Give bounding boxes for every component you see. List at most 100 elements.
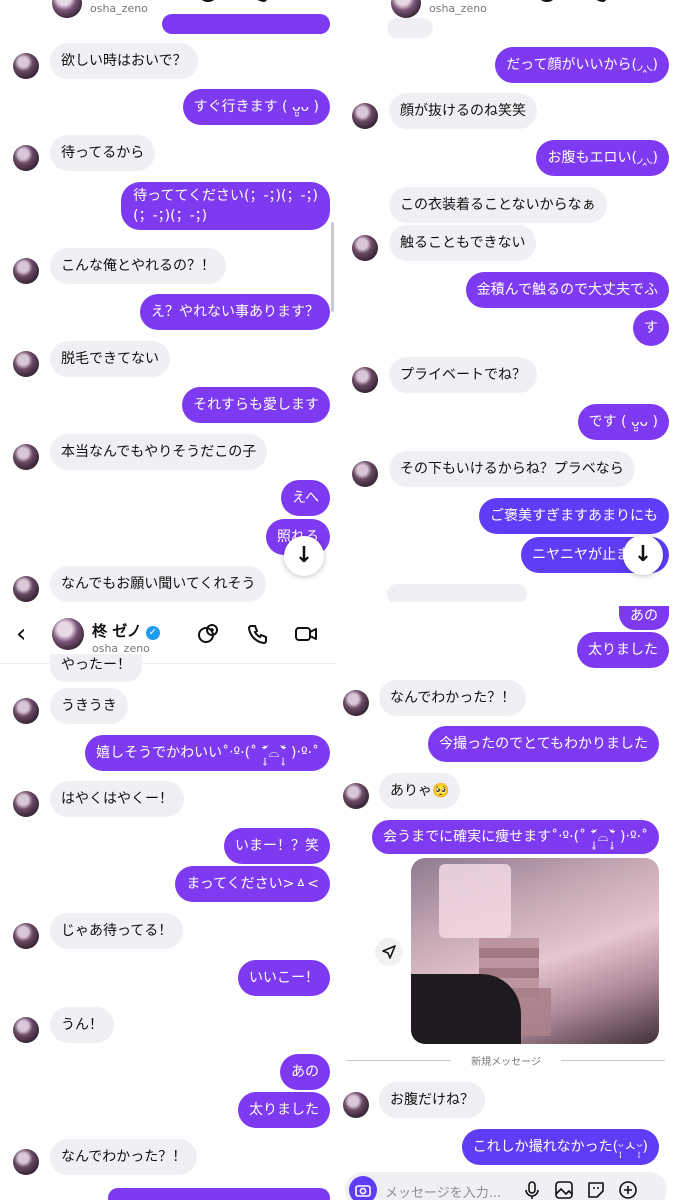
incoming-message[interactable]: なんでもお願い聞いてくれそう bbox=[50, 566, 267, 602]
outgoing-message[interactable]: お腹もエロい(◞‸◟) bbox=[536, 140, 669, 176]
avatar bbox=[352, 461, 378, 487]
outgoing-message[interactable]: これしか撮れなかった(ᵕ̩̩ㅅᵕ̩̩) bbox=[461, 1129, 659, 1165]
video-camera-icon[interactable] bbox=[294, 622, 318, 646]
share-icon[interactable] bbox=[375, 938, 403, 966]
incoming-message[interactable]: こんな俺とやれるの？！ bbox=[50, 248, 226, 284]
avatar bbox=[13, 576, 39, 602]
incoming-message[interactable]: やったー！ bbox=[50, 654, 142, 682]
outgoing-message[interactable]: だって顔がいいから(◞‸◟) bbox=[495, 47, 669, 83]
microphone-icon[interactable] bbox=[521, 1179, 543, 1200]
outgoing-message[interactable]: 太りました bbox=[577, 632, 669, 668]
incoming-message[interactable]: この衣装着ることないからなぁ bbox=[389, 187, 607, 223]
incoming-message[interactable]: はやくはやくー！ bbox=[50, 781, 184, 817]
avatar bbox=[13, 351, 39, 377]
incoming-message[interactable]: なんでわかった？！ bbox=[50, 1139, 198, 1175]
plus-icon[interactable] bbox=[617, 1179, 639, 1200]
scrollbar[interactable] bbox=[331, 222, 334, 312]
outgoing-message[interactable]: すぐ行きます ( ᴗ̤̮ᴗ ) bbox=[182, 89, 330, 125]
message-input-bar: メッセージを入力... bbox=[339, 1170, 675, 1200]
avatar bbox=[343, 690, 369, 716]
chat-panel-2: osha_zeno だって顔がいいから(◞‸◟) 顔が抜けるのね笑笑 お腹もエロ… bbox=[339, 0, 675, 604]
gallery-icon[interactable] bbox=[553, 1179, 575, 1200]
incoming-message[interactable]: ありゃ🥺 bbox=[379, 773, 461, 809]
outgoing-message[interactable]: 会うまでに確実に痩せます˚‧º·(˚ ˃̣̣̥᷄⌓˂̣̣̥᷅ )‧º·˚ bbox=[372, 820, 659, 854]
avatar bbox=[13, 145, 39, 171]
header-avatar[interactable] bbox=[52, 0, 82, 18]
photo-sticker bbox=[439, 864, 511, 938]
new-effect-icon[interactable] bbox=[535, 0, 559, 4]
new-effect-icon[interactable] bbox=[196, 0, 220, 4]
video-camera-icon[interactable] bbox=[294, 0, 318, 4]
incoming-message[interactable]: 脱毛できてない bbox=[50, 341, 170, 377]
incoming-message[interactable]: 顔が抜けるのね笑笑 bbox=[389, 93, 537, 129]
outgoing-message[interactable]: あの bbox=[280, 1054, 330, 1090]
incoming-message[interactable]: 欲しい時はおいで？ bbox=[50, 43, 198, 79]
chat-panel-1: osha_zeno 欲しい時はおいで？ すぐ行きます ( ᴗ̤̮ᴗ ) 待ってる… bbox=[0, 0, 336, 604]
outgoing-message[interactable]: 太りました bbox=[238, 1092, 330, 1128]
phone-icon[interactable] bbox=[246, 0, 270, 4]
avatar bbox=[13, 1149, 39, 1175]
message-input[interactable]: メッセージを入力... bbox=[345, 1172, 667, 1200]
incoming-message[interactable]: じゃあ待ってる！ bbox=[50, 913, 184, 949]
scroll-to-bottom-button[interactable]: ↓ bbox=[284, 536, 324, 576]
outgoing-message[interactable]: あの bbox=[619, 604, 669, 630]
video-camera-icon[interactable] bbox=[633, 0, 657, 4]
chat-panel-4: あの 太りました なんでわかった？！ 今撮ったのでとてもわかりました ありゃ🥺 … bbox=[339, 604, 675, 1200]
chat-panel-3: ‹ 柊 ゼノ ✓ osha_zeno やったー！ うきうき 嬉しそうでかわいい˚‧… bbox=[0, 604, 336, 1200]
outgoing-message[interactable]: ご褒美すぎますあまりにも bbox=[479, 498, 669, 534]
avatar bbox=[13, 1017, 39, 1043]
avatar bbox=[13, 53, 39, 79]
phone-icon[interactable] bbox=[246, 622, 270, 646]
incoming-message[interactable]: 待ってるから bbox=[50, 135, 156, 171]
divider-line bbox=[561, 1060, 665, 1061]
cutoff-bubble bbox=[162, 14, 330, 34]
phone-icon[interactable] bbox=[585, 0, 609, 4]
outgoing-message[interactable]: 今撮ったのでとてもわかりました bbox=[428, 726, 659, 762]
cutoff-bubble bbox=[387, 584, 527, 604]
avatar bbox=[352, 103, 378, 129]
header-username: osha_zeno bbox=[90, 2, 148, 15]
cutoff-bubble bbox=[108, 1188, 330, 1200]
avatar bbox=[343, 1092, 369, 1118]
incoming-message[interactable]: 触ることもできない bbox=[389, 225, 537, 261]
camera-icon[interactable] bbox=[349, 1176, 377, 1200]
incoming-message[interactable]: 本当なんでもやりそうだこの子 bbox=[50, 434, 268, 470]
incoming-message[interactable]: なんでわかった？！ bbox=[379, 680, 527, 716]
outgoing-message[interactable]: です ( ᴗ̤̮ᴗ ) bbox=[577, 404, 669, 440]
contact-name-text: 柊 ゼノ bbox=[92, 622, 142, 640]
outgoing-message[interactable]: 嬉しそうでかわいい˚‧º·(˚ ˃̣̣̥᷄⌓˂̣̣̥᷅ )‧º·˚ bbox=[85, 735, 330, 771]
chevron-left-icon[interactable]: ‹ bbox=[16, 619, 26, 649]
outgoing-message[interactable]: えへ bbox=[280, 480, 330, 516]
sticker-icon[interactable] bbox=[585, 1179, 607, 1200]
outgoing-message[interactable]: す bbox=[633, 310, 669, 346]
header-cutoff: osha_zeno bbox=[339, 0, 675, 18]
outgoing-message[interactable]: いいこー！ bbox=[238, 960, 330, 996]
new-messages-divider: 新規メッセージ bbox=[347, 1053, 665, 1068]
shared-photo[interactable] bbox=[411, 858, 659, 1044]
incoming-message[interactable]: うきうき bbox=[50, 688, 128, 724]
outgoing-message[interactable]: 待っててください(；-；)(；-；) (；-；)(；-；) bbox=[121, 182, 330, 230]
panel-divider bbox=[336, 0, 339, 1200]
contact-name[interactable]: 柊 ゼノ ✓ bbox=[92, 620, 160, 641]
avatar bbox=[343, 783, 369, 809]
photo-dark-area bbox=[411, 974, 521, 1044]
input-placeholder: メッセージを入力... bbox=[385, 1186, 502, 1200]
outgoing-message[interactable]: え？やれない事あります？ bbox=[140, 294, 330, 330]
outgoing-message[interactable]: まってください>ㅿ< bbox=[175, 866, 330, 902]
incoming-message[interactable]: うん！ bbox=[50, 1007, 114, 1043]
incoming-message[interactable]: プライベートでね？ bbox=[389, 357, 537, 393]
outgoing-message[interactable]: いまー！？笑 bbox=[224, 828, 330, 864]
new-effect-icon[interactable] bbox=[196, 622, 220, 646]
avatar bbox=[13, 923, 39, 949]
header-avatar[interactable] bbox=[52, 618, 84, 650]
outgoing-message[interactable]: 金積んで触るので大丈夫でふ bbox=[465, 272, 669, 308]
verified-badge-icon: ✓ bbox=[145, 626, 160, 640]
avatar bbox=[13, 698, 39, 724]
incoming-message[interactable]: その下もいけるからね？プラベなら bbox=[389, 451, 635, 487]
header-cutoff: osha_zeno bbox=[0, 0, 336, 18]
incoming-message[interactable]: お腹だけね？ bbox=[379, 1082, 485, 1118]
outgoing-message[interactable]: それすらも愛します bbox=[182, 387, 330, 423]
scroll-to-bottom-button[interactable]: ↓ bbox=[623, 535, 663, 575]
header-username: osha_zeno bbox=[429, 2, 487, 15]
header-avatar[interactable] bbox=[391, 0, 421, 18]
